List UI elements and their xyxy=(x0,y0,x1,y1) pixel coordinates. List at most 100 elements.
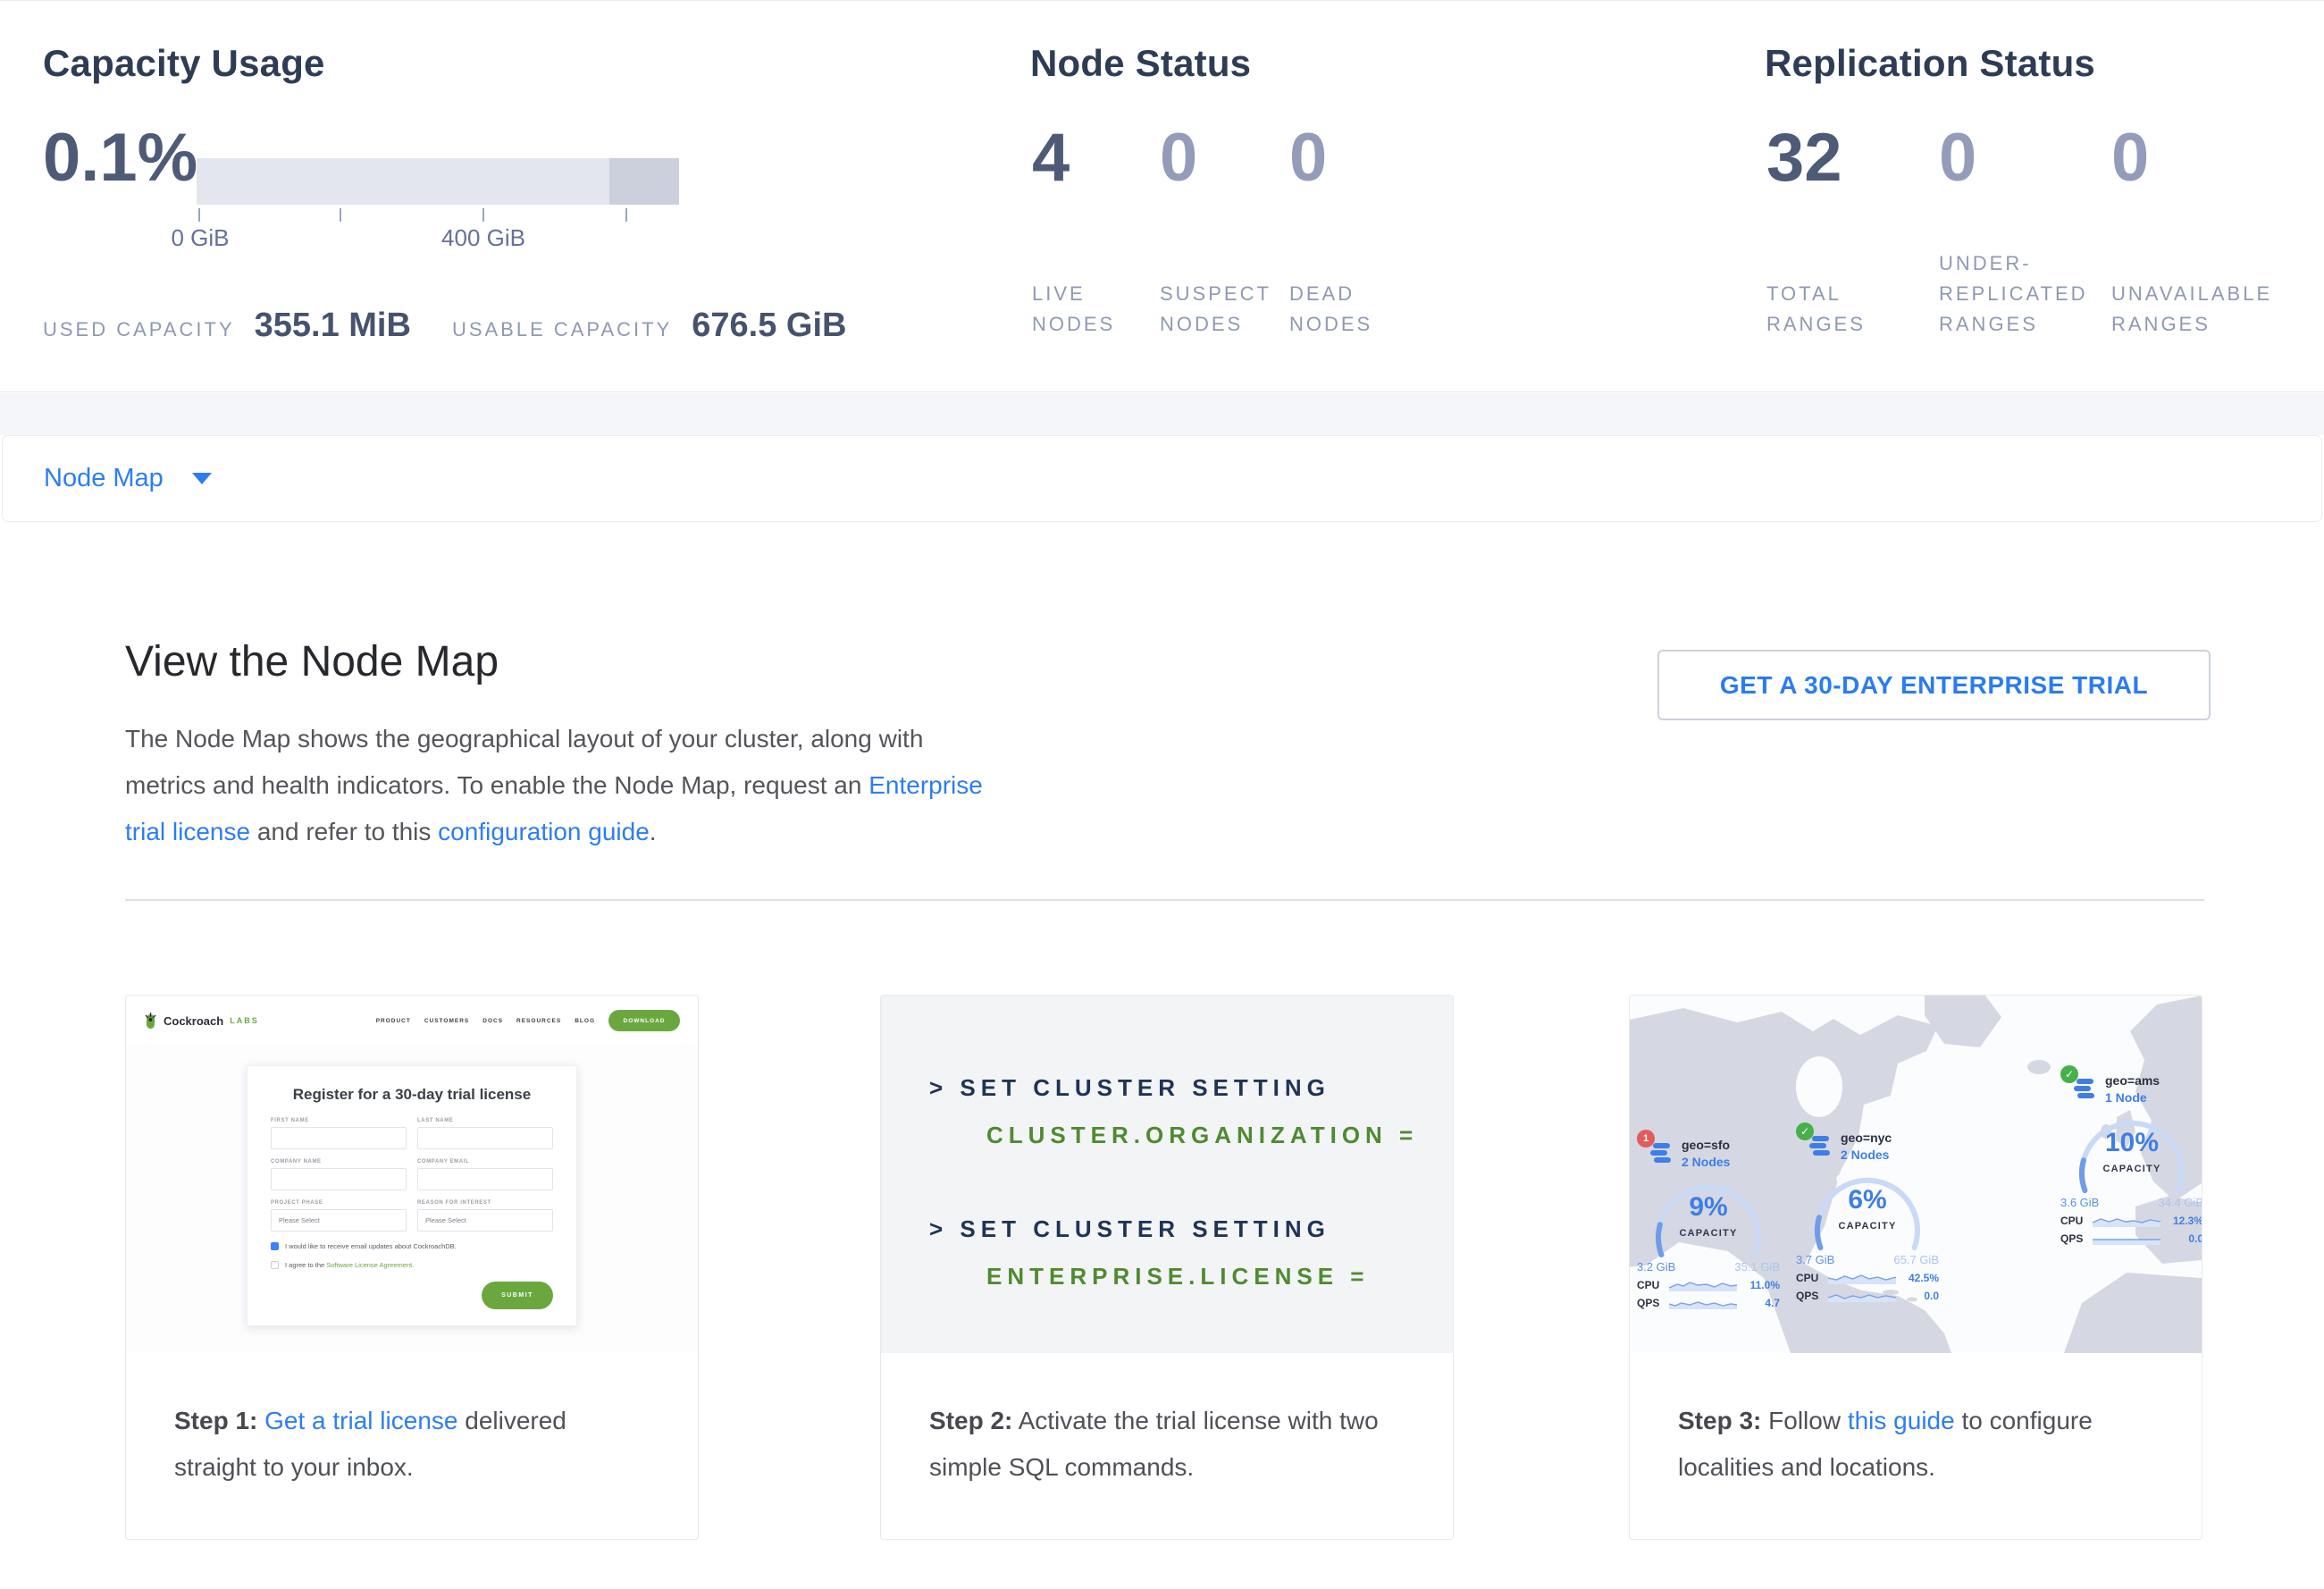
suspect-nodes-label: SUSPECT NODES xyxy=(1160,279,1271,340)
step3-card: 1 geo=sfo 2 Nodes 9% CAPACITY xyxy=(1629,995,2202,1540)
usable-capacity-label: USABLE CAPACITY xyxy=(452,315,672,345)
capacity-gauge: 10% CAPACITY xyxy=(2060,1108,2202,1194)
qps-row: QPS 0.0 xyxy=(1796,1289,1939,1302)
intro-text-3: . xyxy=(650,818,657,845)
cluster-nyc: ✓ geo=nyc 2 Nodes 6% CAPACITY xyxy=(1796,1130,1939,1302)
capacity-bar-dark-segment xyxy=(609,158,679,205)
field-label: LAST NAME xyxy=(417,1118,553,1123)
step1-prefix: Step 1: xyxy=(174,1407,257,1434)
cpu-row: CPU 12.3% xyxy=(2060,1214,2202,1227)
node-map-thumbnail: 1 geo=sfo 2 Nodes 9% CAPACITY xyxy=(1630,996,2202,1353)
node-map-dropdown[interactable]: Node Map xyxy=(44,464,212,493)
license-agreement-link: Software License Agreement. xyxy=(326,1261,414,1269)
healthy-check-icon: ✓ xyxy=(2060,1065,2078,1083)
capacity-tick-0: 0 GiB xyxy=(171,224,229,252)
replication-status-title: Replication Status xyxy=(1765,42,2095,85)
capacity-caption: CAPACITY xyxy=(2060,1164,2202,1174)
submit-button: SUBMIT xyxy=(482,1282,553,1309)
company-name-field: COMPANY NAME xyxy=(271,1159,407,1190)
registration-form: Register for a 30-day trial license FIRS… xyxy=(247,1065,577,1326)
cluster-node-count: 2 Nodes xyxy=(1682,1154,1730,1171)
error-badge-icon: 1 xyxy=(1637,1130,1655,1148)
used-gib: 3.7 GiB xyxy=(1796,1253,1834,1266)
used-capacity-value: 355.1 MiB xyxy=(255,307,411,343)
nav-resources: RESOURCES xyxy=(516,1018,561,1024)
sql-setting-1: CLUSTER.ORGANIZATION = xyxy=(986,1122,1418,1149)
qps-value: 4.7 xyxy=(1737,1297,1780,1309)
cpu-value: 11.0% xyxy=(1737,1279,1780,1291)
nav-docs: DOCS xyxy=(482,1018,503,1024)
cpu-row: CPU 11.0% xyxy=(1637,1278,1780,1291)
logo-labs-text: LABS xyxy=(230,1016,259,1025)
capacity-stats: USED CAPACITY 355.1 MiB USABLE CAPACITY … xyxy=(43,307,846,345)
registration-site-thumbnail: Cockroach LABS PRODUCT CUSTOMERS DOCS RE… xyxy=(126,996,698,1353)
step3-prefix: Step 3: xyxy=(1678,1407,1761,1434)
database-stack-icon xyxy=(1808,1135,1832,1158)
field-input xyxy=(417,1127,553,1149)
site-header: Cockroach LABS PRODUCT CUSTOMERS DOCS RE… xyxy=(126,996,698,1046)
sql-command-1: > SET CLUSTER SETTING xyxy=(929,1074,1330,1102)
checkbox-unchecked-icon xyxy=(271,1261,279,1269)
usable-capacity-value: 676.5 GiB xyxy=(692,307,846,343)
cluster-sfo: 1 geo=sfo 2 Nodes 9% CAPACITY xyxy=(1637,1137,1780,1309)
nav-customers: CUSTOMERS xyxy=(424,1018,469,1024)
field-label: REASON FOR INTEREST xyxy=(417,1200,553,1206)
page-title: View the Node Map xyxy=(125,637,499,686)
total-gib: 65.7 GiB xyxy=(1893,1253,1939,1266)
download-button: DOWNLOAD xyxy=(608,1010,680,1031)
field-label: FIRST NAME xyxy=(271,1118,407,1123)
total-gib: 35.1 GiB xyxy=(1734,1260,1780,1274)
cluster-name: geo=ams xyxy=(2105,1072,2160,1089)
cluster-node-count: 1 Node xyxy=(2105,1089,2160,1106)
dead-nodes-value: 0 xyxy=(1289,124,1327,192)
cpu-sparkline xyxy=(1669,1278,1737,1291)
get-enterprise-trial-button[interactable]: GET A 30-DAY ENTERPRISE TRIAL xyxy=(1657,650,2211,720)
cpu-label: CPU xyxy=(2060,1215,2093,1227)
unavailable-ranges-label: UNAVAILABLE RANGES xyxy=(2111,279,2272,340)
view-selector-bar: Node Map xyxy=(2,435,2322,522)
nav-product: PRODUCT xyxy=(376,1018,411,1024)
step3-caption: Step 3: Follow this guide to configure l… xyxy=(1630,1353,2202,1539)
field-select: Please Select xyxy=(271,1209,407,1232)
intro-text-2: and refer to this xyxy=(250,818,438,845)
configuration-guide-link[interactable]: configuration guide xyxy=(438,818,650,845)
step1-caption: Step 1: Get a trial license delivered st… xyxy=(126,1353,698,1539)
cockroach-labs-logo: Cockroach LABS xyxy=(144,1013,259,1030)
capacity-percent: 9% xyxy=(1637,1192,1780,1223)
dead-nodes-label: DEAD NODES xyxy=(1289,279,1372,340)
site-nav: PRODUCT CUSTOMERS DOCS RESOURCES BLOG DO… xyxy=(376,1010,680,1031)
step2-caption: Step 2: Activate the trial license with … xyxy=(881,1353,1453,1539)
field-select: Please Select xyxy=(417,1209,553,1232)
cpu-value: 42.5% xyxy=(1896,1272,1939,1284)
live-nodes-label: LIVE NODES xyxy=(1032,279,1115,340)
get-trial-license-link[interactable]: Get a trial license xyxy=(264,1407,457,1434)
agreement-text: I agree to the xyxy=(285,1261,326,1269)
qps-sparkline xyxy=(2093,1232,2160,1245)
qps-sparkline xyxy=(1828,1289,1896,1302)
cluster-node-count: 2 Nodes xyxy=(1841,1147,1892,1164)
database-stack-icon xyxy=(1649,1142,1673,1165)
node-status-title: Node Status xyxy=(1030,42,1251,85)
checkbox-checked-icon xyxy=(271,1242,279,1250)
cluster-overview-panel: Capacity Usage 0.1% 0 GiB 400 GiB USED C… xyxy=(0,0,2324,392)
license-agreement-checkbox-row: I agree to the Software License Agreemen… xyxy=(271,1261,553,1269)
cpu-row: CPU 42.5% xyxy=(1796,1271,1939,1284)
under-replicated-ranges-value: 0 xyxy=(1939,124,1976,192)
capacity-percent: 0.1% xyxy=(43,124,197,192)
section-divider xyxy=(125,899,2204,901)
cpu-sparkline xyxy=(1828,1271,1896,1284)
node-map-description: The Node Map shows the geographical layo… xyxy=(125,716,1010,855)
this-guide-link[interactable]: this guide xyxy=(1848,1407,1955,1434)
capacity-percent: 10% xyxy=(2060,1128,2202,1158)
used-gib: 3.2 GiB xyxy=(1637,1260,1675,1274)
node-map-dropdown-label: Node Map xyxy=(44,464,164,493)
field-label: PROJECT PHASE xyxy=(271,1200,407,1206)
qps-value: 0.0 xyxy=(1896,1290,1939,1302)
capacity-usage-bar xyxy=(197,158,679,205)
cluster-name: geo=nyc xyxy=(1841,1130,1892,1147)
step3-pre: Follow xyxy=(1761,1407,1847,1434)
email-updates-checkbox-row: I would like to receive email updates ab… xyxy=(271,1242,553,1250)
qps-label: QPS xyxy=(1796,1290,1828,1302)
unavailable-ranges-value: 0 xyxy=(2111,124,2149,192)
company-email-field: COMPANY EMAIL xyxy=(417,1159,553,1190)
